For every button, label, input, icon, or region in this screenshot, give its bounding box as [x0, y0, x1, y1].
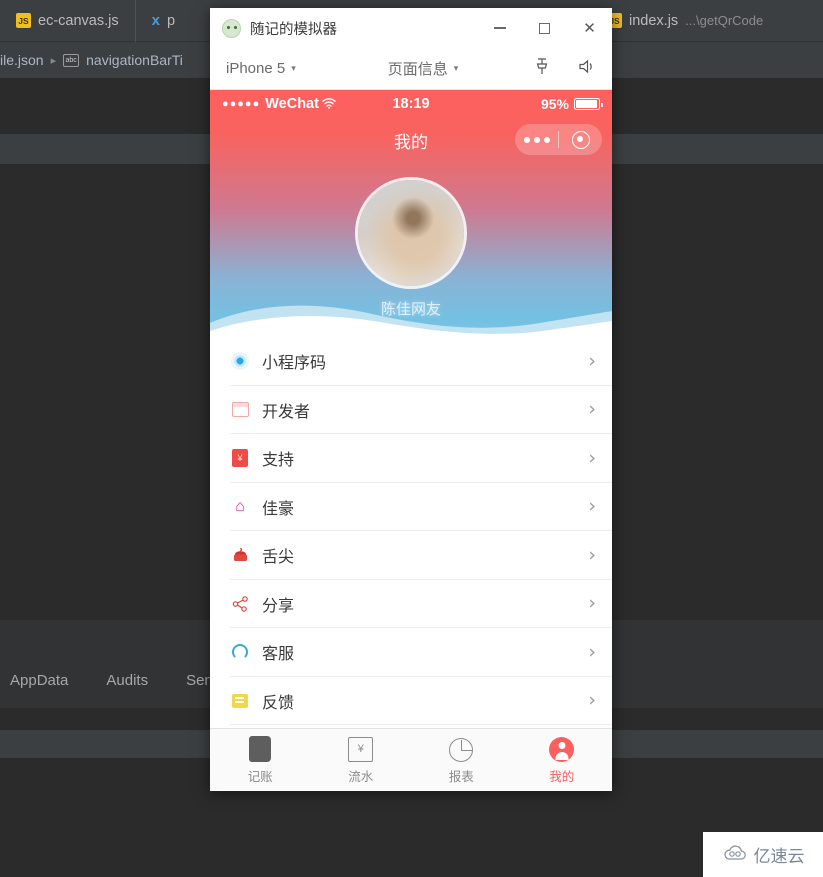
simulator-title-bar: 随记的模拟器 ✕ [210, 8, 612, 48]
flow-icon [348, 735, 374, 762]
bottom-tab-bar: 记账 流水 报表 我的 [210, 728, 612, 790]
editor-tab-label: index.js [629, 12, 679, 29]
service-icon [230, 642, 250, 662]
qrcode-icon [230, 351, 250, 371]
editor-tab-css[interactable]: x p [136, 0, 191, 42]
signal-dots-icon: ●●●●● [222, 98, 261, 110]
device-selector[interactable]: iPhone 5 ▾ [226, 60, 296, 77]
volume-icon[interactable] [579, 59, 596, 78]
watermark-text: 亿速云 [753, 847, 805, 866]
app-logo-icon [222, 18, 241, 38]
menu-item-feedback[interactable]: 反馈 › [210, 676, 612, 725]
menu-item-label: 分享 [262, 597, 295, 615]
avatar-image [358, 180, 464, 286]
page-info-label: 页面信息 [387, 61, 448, 78]
chevron-right-icon: › [588, 495, 596, 518]
menu-item-developer[interactable]: 开发者 › [210, 385, 612, 434]
battery-icon [574, 98, 603, 110]
abc-icon: abc [63, 53, 80, 67]
css-file-icon: x [151, 12, 160, 29]
editor-tab-label: p [166, 12, 176, 29]
home-icon: ⌂ [235, 497, 245, 515]
menu-item-label: 支持 [262, 452, 295, 470]
more-dots-icon[interactable] [515, 136, 558, 143]
breadcrumb-node[interactable]: navigationBarTi [86, 52, 183, 68]
tab-label: 报表 [448, 769, 474, 784]
tab-wode[interactable]: 我的 [512, 735, 613, 785]
menu-item-label: 反馈 [262, 694, 295, 712]
js-file-icon: JS [16, 13, 31, 28]
developer-icon [230, 400, 250, 420]
chevron-right-icon: › [588, 592, 596, 615]
editor-tab-label: ec-canvas.js [38, 12, 119, 29]
menu-item-shejian[interactable]: 舌尖 › [210, 531, 612, 580]
page-title: 我的 [394, 132, 428, 152]
menu-item-label: 小程序码 [262, 355, 327, 373]
status-bar: ●●●●● WeChat 18:19 95% [210, 90, 612, 118]
window-controls: ✕ [477, 8, 612, 48]
phone-screen: ●●●●● WeChat 18:19 95% 我的 陈佳网友 小程序码 › 开发… [210, 90, 612, 790]
maximize-button[interactable] [522, 8, 567, 48]
redpacket-icon: ¥ [230, 448, 250, 468]
window-title: 随记的模拟器 [250, 21, 337, 38]
device-selector-label: iPhone 5 [226, 60, 286, 77]
chevron-down-icon: ▾ [453, 63, 459, 73]
editor-tab-path: ...\getQrCode [685, 13, 764, 28]
chevron-right-icon: › [588, 543, 596, 566]
wave-divider-icon [210, 305, 612, 337]
menu-list: 小程序码 › 开发者 › ¥ 支持 › ⌂ 佳豪 › 舌尖 › 分享 › 客服 … [210, 337, 612, 753]
page-info-selector[interactable]: 页面信息 ▾ [388, 58, 459, 79]
menu-item-service[interactable]: 客服 › [210, 628, 612, 677]
menu-item-label: 开发者 [262, 403, 311, 421]
menu-item-share[interactable]: 分享 › [210, 579, 612, 628]
chevron-right-icon: ▸ [50, 54, 57, 67]
tab-liushui[interactable]: 流水 [311, 735, 412, 785]
watermark: 亿速云 [703, 832, 823, 877]
menu-item-jiahao[interactable]: ⌂ 佳豪 › [210, 482, 612, 531]
target-circle-icon[interactable] [559, 130, 602, 149]
wechat-capsule [515, 124, 602, 155]
book-icon [249, 735, 272, 762]
close-button[interactable]: ✕ [567, 8, 612, 48]
chevron-right-icon: › [588, 640, 596, 663]
pin-icon[interactable] [535, 58, 549, 79]
person-icon [549, 735, 575, 762]
editor-tab-index[interactable]: JS index.js ...\getQrCode [591, 0, 779, 42]
editor-tab-ec-canvas[interactable]: JS ec-canvas.js [0, 0, 136, 42]
chevron-right-icon: › [588, 446, 596, 469]
carrier-label: WeChat [265, 96, 319, 112]
menu-item-label: 佳豪 [262, 500, 295, 518]
breadcrumb-file[interactable]: ile.json [0, 52, 44, 68]
menu-item-label: 舌尖 [262, 549, 295, 567]
share-icon [230, 594, 250, 614]
nav-bar: 我的 [210, 118, 612, 162]
avatar[interactable] [355, 177, 467, 289]
tab-label: 我的 [549, 769, 575, 784]
tab-baobiao[interactable]: 报表 [411, 735, 512, 785]
feedback-icon [230, 691, 250, 711]
tool-tab-appdata[interactable]: AppData [10, 672, 68, 689]
tab-label: 记账 [247, 769, 273, 784]
profile-hero: ●●●●● WeChat 18:19 95% 我的 陈佳网友 [210, 90, 612, 337]
wifi-icon [322, 97, 336, 112]
chart-icon [449, 735, 474, 762]
cake-icon [230, 545, 250, 565]
chevron-right-icon: › [588, 349, 596, 372]
tool-tab-audits[interactable]: Audits [106, 672, 148, 689]
chevron-down-icon: ▾ [291, 63, 296, 73]
simulator-window: 随记的模拟器 ✕ iPhone 5 ▾ 页面信息 ▾ ●●●●● WeChat … [210, 8, 612, 791]
tab-jizhang[interactable]: 记账 [210, 735, 311, 785]
menu-item-label: 客服 [262, 646, 295, 664]
battery-percent-label: 95% [540, 96, 569, 112]
cloud-icon [722, 844, 748, 866]
menu-item-qrcode[interactable]: 小程序码 › [210, 337, 612, 386]
simulator-toolbar: iPhone 5 ▾ 页面信息 ▾ [210, 48, 612, 90]
chevron-right-icon: › [588, 689, 596, 712]
tab-label: 流水 [348, 769, 374, 784]
chevron-right-icon: › [588, 398, 596, 421]
minimize-button[interactable] [477, 8, 522, 48]
menu-item-support[interactable]: ¥ 支持 › [210, 434, 612, 483]
